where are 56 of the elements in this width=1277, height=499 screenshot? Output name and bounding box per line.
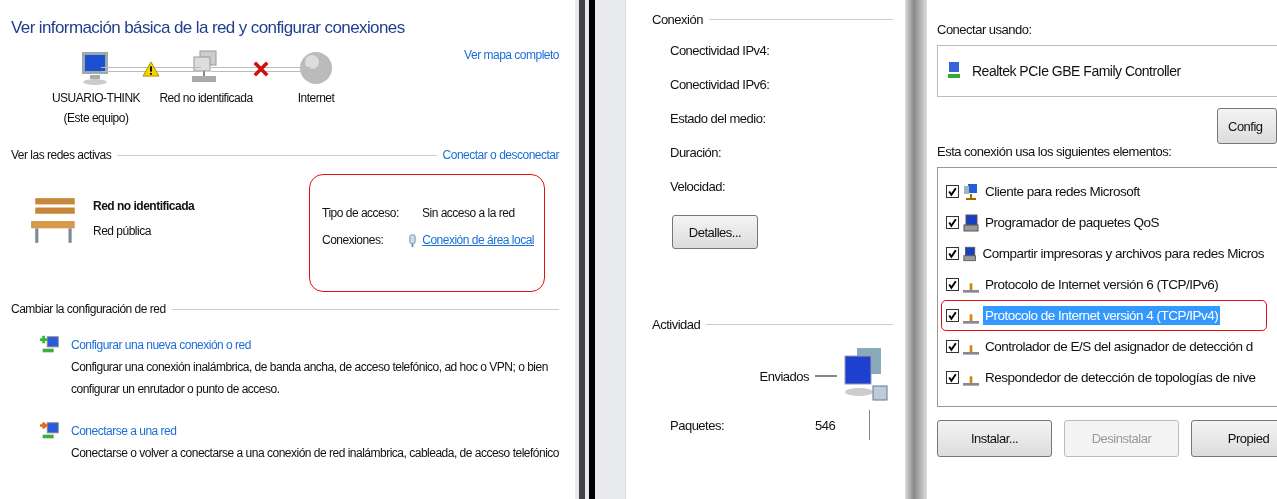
checkbox[interactable]: [946, 278, 959, 291]
task-link[interactable]: Conectarse a una red: [71, 424, 177, 438]
client-icon: [963, 182, 979, 201]
node-label: Internet: [297, 90, 335, 107]
connections-label: Conexiones:: [322, 232, 385, 249]
dialog-button[interactable]: Instalar...: [937, 420, 1052, 457]
node-label: USUARIO-THINK: [51, 90, 141, 107]
connect-disconnect-link[interactable]: Conectar o desconectar: [442, 148, 559, 162]
checkbox[interactable]: [946, 247, 959, 260]
full-map-link[interactable]: Ver mapa completo: [464, 48, 559, 128]
sent-label: Enviados: [759, 368, 809, 384]
plug-icon: [409, 232, 417, 249]
item-label[interactable]: Protocolo de Internet versión 6 (TCP/IPv6): [983, 275, 1221, 294]
access-type-value: Sin acceso a la red: [422, 205, 515, 222]
task-description: Conectarse o volver a conectarse a una conexión de red inalámbrica, cableada, de acceso telefónico: [71, 445, 560, 462]
checkbox[interactable]: [946, 185, 959, 198]
computer-service-icon: [963, 244, 977, 263]
network-adapter-icon: [946, 61, 962, 81]
connection-link[interactable]: Conexión de área local: [422, 227, 534, 254]
item-label[interactable]: Controlador de E/S del asignador de detección d: [983, 337, 1255, 356]
node-label: Red no identificada: [159, 90, 253, 107]
page-title: Ver información básica de la red y configurar conexiones: [11, 18, 406, 38]
items-label: Esta conexión usa los siguientes elementos:: [937, 144, 1173, 159]
network-type: Red pública: [93, 223, 153, 240]
checkbox[interactable]: [946, 340, 959, 353]
adapter-field: Realtek PCIe GBE Family Controller: [937, 45, 1277, 97]
item-label[interactable]: Respondedor de detección de topologías de nive: [983, 368, 1258, 387]
configure-button[interactable]: Config: [1217, 108, 1277, 144]
computer-service-icon: [963, 213, 979, 232]
error-cross-icon: [252, 61, 270, 77]
checkbox[interactable]: [946, 309, 959, 322]
checkbox[interactable]: [946, 371, 959, 384]
node-sublabel: (Este equipo): [63, 110, 129, 127]
item-label[interactable]: Programador de paquetes QoS: [983, 213, 1162, 232]
access-type-label: Tipo de acceso:: [322, 205, 400, 222]
packets-sent-value: 546: [815, 417, 836, 433]
item-label[interactable]: Compartir impresoras y archivos para redes Micros: [980, 244, 1266, 263]
field-label: Conectividad IPv4:: [670, 42, 771, 60]
section-heading: Cambiar la configuración de red: [11, 302, 166, 316]
connect-using-label: Conectar usando:: [937, 22, 1033, 37]
details-button[interactable]: Detalles...: [672, 215, 758, 249]
task-description: Configurar una conexión inalámbrica, de banda ancha, de acceso telefónico, ad hoc o VPN; o bien configurar un enrutador o punto de acceso.: [71, 359, 549, 398]
field-label: Estado del medio:: [670, 110, 767, 128]
warning-icon: [142, 61, 160, 77]
item-label[interactable]: Cliente para redes Microsoft: [983, 182, 1142, 201]
section-heading: Actividad: [652, 317, 701, 332]
section-heading: Conexión: [652, 12, 703, 27]
checkbox[interactable]: [946, 216, 959, 229]
section-heading: Ver las redes activas: [11, 148, 112, 162]
network-name: Red no identificada: [93, 198, 195, 215]
field-label: Velocidad:: [670, 178, 726, 196]
dialog-button[interactable]: Propied: [1191, 420, 1277, 457]
field-label: Conectividad IPv6:: [670, 76, 771, 94]
task-link[interactable]: Configurar una nueva conexión o red: [71, 338, 251, 352]
field-label: Duración:: [670, 144, 723, 162]
packets-label: Paquetes:: [670, 417, 726, 433]
